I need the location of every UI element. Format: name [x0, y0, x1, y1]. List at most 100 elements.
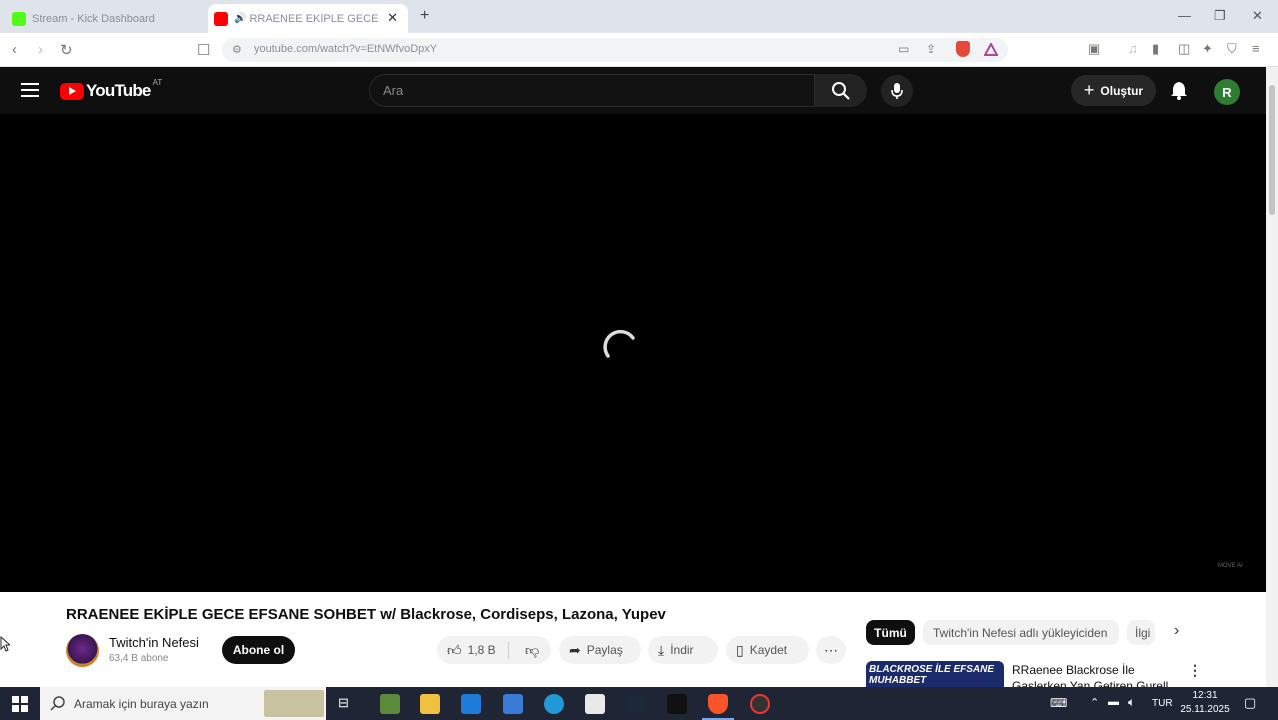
share-icon[interactable]: ⇪	[926, 42, 936, 56]
search-icon	[50, 695, 65, 711]
keyboard-icon[interactable]: ⌨	[1050, 696, 1067, 710]
subscribe-button[interactable]: Abone ol	[222, 636, 295, 664]
microphone-icon	[891, 83, 903, 99]
brave-shields-icon[interactable]	[956, 41, 970, 57]
chip-related[interactable]: İlgi	[1127, 620, 1155, 645]
language-indicator[interactable]: TUR	[1152, 698, 1173, 709]
network-icon[interactable]: ▬	[1108, 696, 1119, 708]
video-watermark: MOVE AI	[1218, 563, 1243, 569]
file-explorer-icon[interactable]	[420, 694, 440, 714]
clock-time: 12:31	[1192, 690, 1218, 701]
youtube-favicon-icon	[214, 11, 228, 26]
edge-icon[interactable]	[544, 694, 564, 714]
reload-icon[interactable]: ↻	[60, 41, 73, 59]
chevron-right-icon[interactable]: ›	[1174, 622, 1179, 640]
bookmark-icon[interactable]: ☐	[197, 41, 210, 59]
media-icon[interactable]: ♫	[1128, 41, 1138, 56]
task-view-icon[interactable]: ⊟	[338, 695, 349, 711]
minimize-icon[interactable]: —	[1178, 8, 1191, 23]
url-text: youtube.com/watch?v=EtNWfvoDpxY	[254, 43, 438, 55]
cast-icon[interactable]: ▭	[898, 42, 909, 56]
close-window-icon[interactable]: ✕	[1252, 8, 1263, 24]
browser-toolbar: ‹ › ↻ ☐ ⚙ youtube.com/watch?v=EtNWfvoDpx…	[0, 33, 1278, 67]
download-icon: ⤓	[658, 641, 665, 658]
thumbnail-text: BLACKROSE İLE EFSANE MUHABBET	[869, 664, 995, 686]
plus-icon: +	[1083, 80, 1095, 100]
recommendation-thumbnail[interactable]: BLACKROSE İLE EFSANE MUHABBET	[866, 661, 1004, 687]
recorder-icon[interactable]	[750, 694, 770, 714]
clock-date: 25.11.2025	[1180, 704, 1230, 715]
more-actions-icon[interactable]: ⋯	[816, 636, 846, 664]
youtube-logo[interactable]: YouTube AT	[60, 78, 162, 101]
sidebar-icon[interactable]: ▮	[1152, 41, 1159, 57]
subscriber-count: 63,4 B abone	[109, 653, 169, 664]
notifications-bell-icon[interactable]	[1170, 80, 1188, 100]
wallet-icon[interactable]: ◫	[1178, 41, 1190, 57]
app-icon[interactable]	[503, 694, 523, 714]
tiktok-icon[interactable]	[667, 694, 687, 714]
account-avatar[interactable]: R	[1214, 79, 1240, 105]
youtube-header: YouTube AT Ara + Oluştur R	[0, 67, 1266, 114]
photos-icon[interactable]	[585, 694, 605, 714]
maximize-icon[interactable]: ❐	[1214, 8, 1226, 24]
page-scrollbar[interactable]	[1266, 67, 1278, 687]
volume-icon[interactable]: 🔈︎	[1128, 695, 1135, 710]
search-input[interactable]: Ara	[369, 74, 815, 107]
loading-spinner-icon	[603, 329, 635, 358]
outlook-icon[interactable]	[461, 694, 481, 714]
recommendation-title[interactable]: RRaenee Blackrose İle Gaslerken Yan Geti…	[1012, 662, 1172, 687]
brave-rewards-icon[interactable]	[984, 43, 998, 56]
leo-ai-icon[interactable]: ✦	[1202, 41, 1213, 57]
tab-title: Stream - Kick Dashboard	[32, 12, 155, 25]
chip-all[interactable]: Tümü	[866, 620, 915, 645]
show-hidden-icons-icon[interactable]: ⌃	[1090, 696, 1099, 709]
windows-start-icon[interactable]	[12, 696, 28, 712]
youtube-page: YouTube AT Ara + Oluştur R MOVE AI RRAEN…	[0, 67, 1266, 687]
channel-name[interactable]: Twitch'in Nefesi	[109, 635, 199, 650]
minecraft-icon[interactable]	[380, 694, 400, 714]
browser-tab-strip: Stream - Kick Dashboard 🔊 RRAENEE EKİPLE…	[0, 0, 1278, 33]
tab-kick-dashboard[interactable]: Stream - Kick Dashboard	[6, 4, 206, 33]
brave-browser-icon[interactable]	[708, 694, 728, 714]
voice-search-button[interactable]	[881, 75, 913, 107]
vpn-icon[interactable]: ⛉	[1227, 41, 1237, 57]
chip-uploader[interactable]: Twitch'in Nefesi adlı yükleyiciden	[923, 620, 1119, 645]
taskbar-search-placeholder: Aramak için buraya yazın	[74, 696, 209, 711]
youtube-play-logo-icon	[60, 82, 84, 100]
site-info-icon[interactable]: ⚙	[232, 43, 242, 56]
video-player[interactable]: MOVE AI	[0, 114, 1266, 592]
forward-icon[interactable]: ›	[38, 41, 43, 58]
search-button[interactable]	[815, 74, 867, 107]
scrollbar-thumb[interactable]	[1269, 85, 1275, 215]
menu-icon[interactable]: ≡	[1252, 41, 1260, 56]
taskbar-clock[interactable]: 12:31 25.11.2025	[1178, 689, 1232, 717]
hamburger-menu-icon[interactable]	[21, 83, 39, 97]
share-label: Paylaş	[586, 643, 623, 657]
notification-center-icon[interactable]: ▢	[1244, 695, 1256, 711]
tab-youtube-video[interactable]: 🔊 RRAENEE EKİPLE GECE EFSANE ✕	[208, 4, 408, 33]
channel-avatar[interactable]	[66, 634, 99, 667]
recommendation-title-line1: RRaenee Blackrose İle	[1012, 663, 1135, 677]
create-button[interactable]: + Oluştur	[1071, 75, 1156, 106]
back-icon[interactable]: ‹	[12, 41, 17, 58]
mouse-cursor-icon	[0, 636, 10, 652]
steam-icon[interactable]	[626, 694, 646, 714]
tab-title: RRAENEE EKİPLE GECE EFSANE	[249, 12, 379, 25]
taskbar-search-input[interactable]: Aramak için buraya yazın	[40, 687, 326, 720]
new-tab-button[interactable]: +	[420, 7, 429, 25]
search-highlight-image	[264, 690, 324, 717]
windows-taskbar: Aramak için buraya yazın ⊟ ⌨ ⌃ ▬ 🔈︎ TUR …	[0, 687, 1278, 720]
share-button[interactable]: ➦ Paylaş	[559, 636, 641, 664]
video-title: RRAENEE EKİPLE GECE EFSANE SOHBET w/ Bla…	[66, 606, 666, 623]
dislike-button[interactable]: 👎︎	[515, 642, 539, 659]
address-bar[interactable]: ⚙ youtube.com/watch?v=EtNWfvoDpxY ▭ ⇪	[222, 38, 1008, 62]
share-arrow-icon: ➦	[569, 641, 581, 658]
search-placeholder: Ara	[383, 83, 404, 98]
like-button[interactable]: 👍︎ 1,8 B	[437, 641, 509, 659]
save-button[interactable]: ▯ Kaydet	[726, 636, 809, 664]
extension-icon[interactable]: ▣	[1088, 41, 1100, 57]
tab-close-icon[interactable]: ✕	[387, 10, 398, 26]
recommendation-menu-icon[interactable]: ⋮	[1188, 662, 1202, 679]
like-dislike-group: 👍︎ 1,8 B 👎︎	[437, 636, 551, 664]
download-button[interactable]: ⤓ İndir	[648, 636, 718, 664]
